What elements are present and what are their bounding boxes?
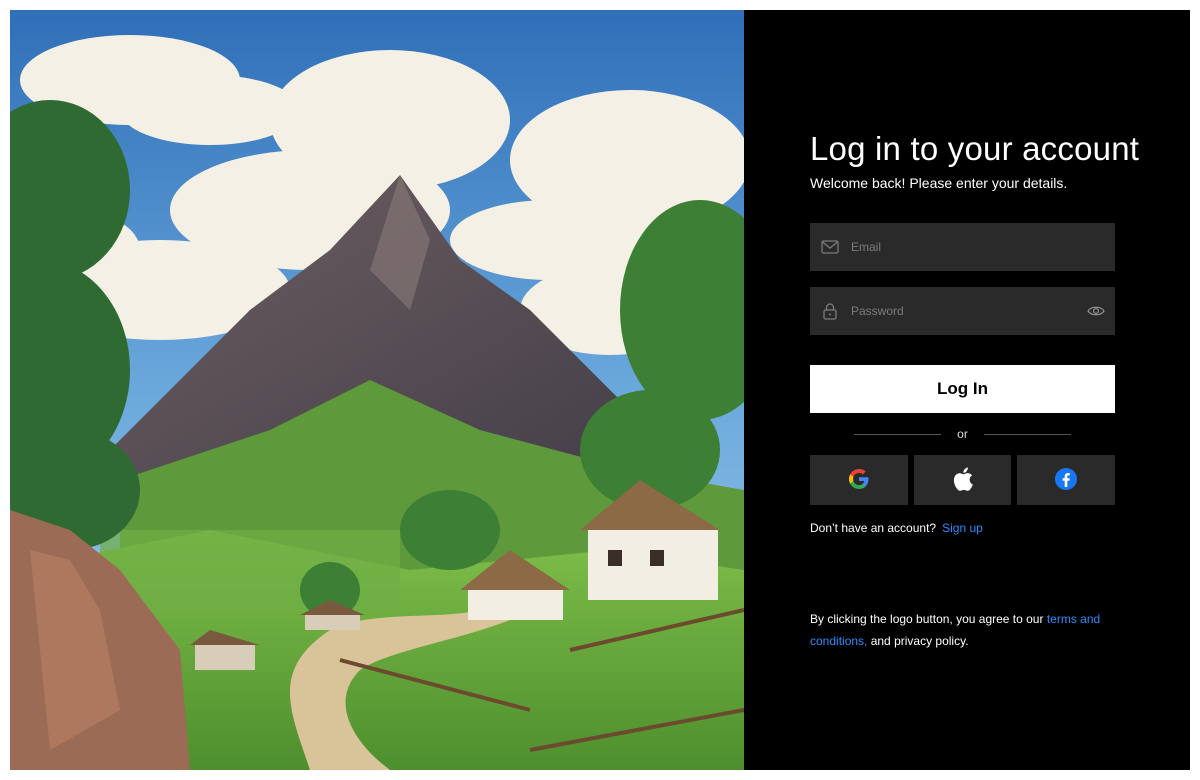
mail-icon: [820, 237, 840, 257]
page-subtitle: Welcome back! Please enter your details.: [810, 175, 1068, 191]
login-page: Log in to your account Welcome back! Ple…: [10, 10, 1190, 770]
login-form: Log in to your account Welcome back! Ple…: [810, 130, 1140, 535]
legal-suffix: and privacy policy.: [867, 634, 969, 648]
apple-login-button[interactable]: [913, 455, 1012, 505]
login-panel: Log in to your account Welcome back! Ple…: [744, 10, 1190, 770]
legal-notice: By clicking the logo button, you agree t…: [810, 608, 1130, 652]
divider-text: or: [957, 427, 968, 441]
google-login-button[interactable]: [810, 455, 908, 505]
facebook-icon: [1054, 467, 1078, 494]
signup-link[interactable]: Sign up: [942, 521, 983, 535]
or-divider: or: [810, 427, 1115, 441]
password-input[interactable]: [840, 286, 1086, 336]
google-icon: [848, 468, 870, 493]
signup-prompt: Don’t have an account?: [810, 521, 937, 535]
social-login-buttons: [810, 455, 1116, 505]
email-field[interactable]: [810, 222, 1115, 272]
facebook-login-button[interactable]: [1017, 455, 1116, 505]
page-title: Log in to your account: [810, 130, 1140, 167]
lock-icon: [820, 301, 840, 321]
legal-prefix: By clicking the logo button, you agree t…: [810, 612, 1047, 626]
landscape-illustration: [10, 10, 744, 770]
apple-icon: [952, 466, 974, 495]
signup-row: Don’t have an account? Sign up: [810, 521, 1115, 535]
divider-line-left: [854, 433, 942, 435]
hero-illustration: [10, 10, 744, 770]
login-button[interactable]: Log In: [810, 365, 1115, 413]
email-input[interactable]: [840, 222, 1115, 272]
password-field[interactable]: [810, 286, 1115, 336]
eye-icon[interactable]: [1086, 301, 1106, 321]
divider-line-right: [983, 433, 1071, 435]
